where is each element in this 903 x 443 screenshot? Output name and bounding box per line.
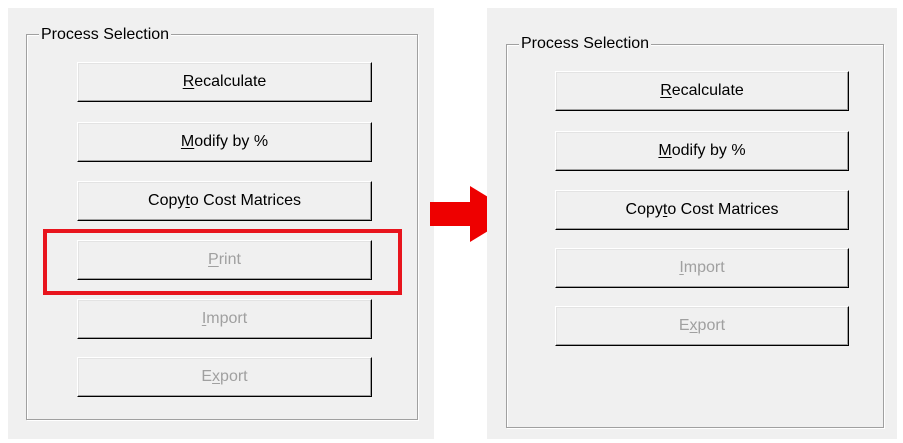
before-modify-by-percent-button[interactable]: Modify by % [77, 122, 372, 162]
before-import-button[interactable]: Import [77, 299, 372, 339]
before-export-button[interactable]: Ex port [77, 357, 372, 397]
after-copy-to-cost-matrices-button[interactable]: Copy to Cost Matrices [555, 190, 849, 230]
after-modify-by-percent-button[interactable]: Modify by % [555, 131, 849, 171]
before-recalculate-button[interactable]: Recalculate [77, 62, 372, 102]
before-group-title: Process Selection [39, 26, 172, 44]
after-import-button[interactable]: Import [555, 248, 849, 288]
after-recalculate-button[interactable]: Recalculate [555, 71, 849, 111]
after-group-title: Process Selection [519, 35, 652, 53]
print-button-highlight [43, 229, 402, 295]
after-export-button[interactable]: Ex port [555, 306, 849, 346]
before-copy-to-cost-matrices-button[interactable]: Copy to Cost Matrices [77, 181, 372, 221]
